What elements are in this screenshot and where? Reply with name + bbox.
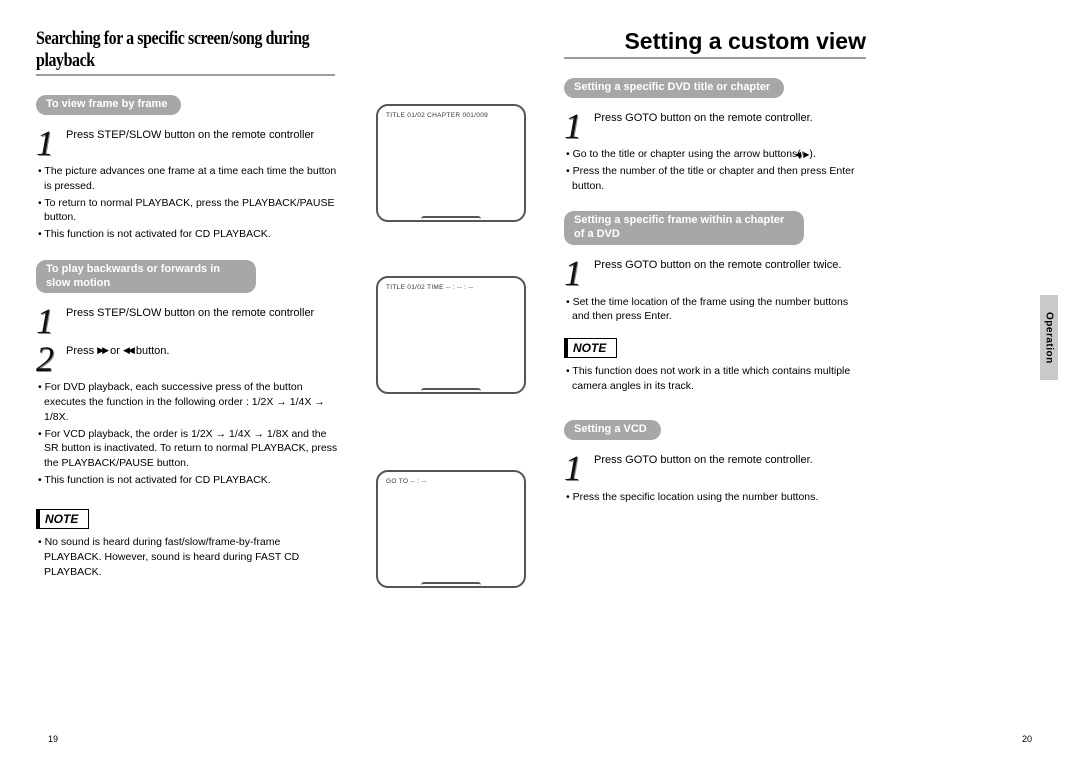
step-text: Press GOTO button on the remote controll… [594,255,866,273]
t: Go to the title or chapter using the arr… [573,148,801,160]
step-number-1-icon: 1 [564,255,594,289]
tv-screen-3: GO TO -- : -- [376,470,526,588]
step-2b: 2 Press or button. [36,341,338,375]
bullets-slow: For DVD playback, each successive press … [36,380,338,487]
bullets-r3: Press the specific location using the nu… [564,490,866,505]
tv-screen-2: TITLE 01/02 TIME -- : -- : -- [376,276,526,394]
bullet: To return to normal PLAYBACK, press the … [36,196,338,225]
note-text: This function does not work in a title w… [564,364,866,393]
step-1a: 1 Press STEP/SLOW button on the remote c… [36,125,338,159]
step-1b: 1 Press STEP/SLOW button on the remote c… [36,303,338,337]
step-number-1-icon: 1 [564,108,594,142]
manual-spread: Searching for a specific screen/song dur… [0,0,1080,762]
step-number-1-icon: 1 [564,450,594,484]
step-text: Press GOTO button on the remote controll… [594,450,866,468]
note-label: NOTE [36,509,89,529]
page-number-right: 20 [1022,734,1032,744]
osd-label: GO TO -- : -- [386,478,427,485]
page-number-left: 19 [48,734,58,744]
section-tab-label: Operation [1044,312,1055,364]
step-number-2-icon: 2 [36,341,66,375]
step-r1: 1 Press GOTO button on the remote contro… [564,108,866,142]
right-page: Setting a custom view Setting a specific… [556,28,866,744]
step-text: Press STEP/SLOW button on the remote con… [66,125,338,143]
step-number-1-icon: 1 [36,303,66,337]
pill-dvd-frame: Setting a specific frame within a chapte… [564,211,804,245]
pill-dvd-title: Setting a specific DVD title or chapter [564,78,784,98]
t: ). [809,148,815,160]
rewind-icon [123,346,133,355]
t: or [107,345,123,357]
bullet: For DVD playback, each successive press … [36,380,338,424]
note-text: No sound is heard during fast/slow/frame… [36,535,338,579]
pill-frame-by-frame: To view frame by frame [36,95,181,115]
bullet: This function is not activated for CD PL… [36,473,338,488]
bullet: Press the number of the title or chapter… [564,164,866,193]
left-heading: Searching for a specific screen/song dur… [36,28,335,76]
bullets-frame: The picture advances one frame at a time… [36,164,338,241]
step-text: Press STEP/SLOW button on the remote con… [66,303,338,321]
bullet: Go to the title or chapter using the arr… [564,147,866,162]
bullet: This function is not activated for CD PL… [36,227,338,242]
step-number-1-icon: 1 [36,125,66,159]
right-heading: Setting a custom view [564,28,866,59]
bullet: Press the specific location using the nu… [564,490,866,505]
left-page: Searching for a specific screen/song dur… [36,28,346,744]
t: button. [133,345,170,357]
osd-label: TITLE 01/02 TIME -- : -- : -- [386,284,473,291]
bullets-r2: Set the time location of the frame using… [564,295,866,324]
pill-vcd: Setting a VCD [564,420,661,440]
step-r2: 1 Press GOTO button on the remote contro… [564,255,866,289]
step-text: Press GOTO button on the remote controll… [594,108,866,126]
bullet: Set the time location of the frame using… [564,295,866,324]
step-text: Press or button. [66,341,338,359]
bullet: For VCD playback, the order is 1/2X → 1/… [36,427,338,471]
bullet: The picture advances one frame at a time… [36,164,338,193]
note-label: NOTE [564,338,617,358]
tv-screen-1: TITLE 01/02 CHAPTER 001/009 [376,104,526,222]
bullets-r1: Go to the title or chapter using the arr… [564,147,866,193]
osd-label: TITLE 01/02 CHAPTER 001/009 [386,112,488,119]
fast-forward-icon [97,346,107,355]
section-tab: Operation [1040,295,1058,380]
step-r3: 1 Press GOTO button on the remote contro… [564,450,866,484]
pill-slow-motion: To play backwards or forwards in slow mo… [36,260,256,294]
screens-column: TITLE 01/02 CHAPTER 001/009 TITLE 01/02 … [346,28,556,744]
t: Press [66,345,97,357]
